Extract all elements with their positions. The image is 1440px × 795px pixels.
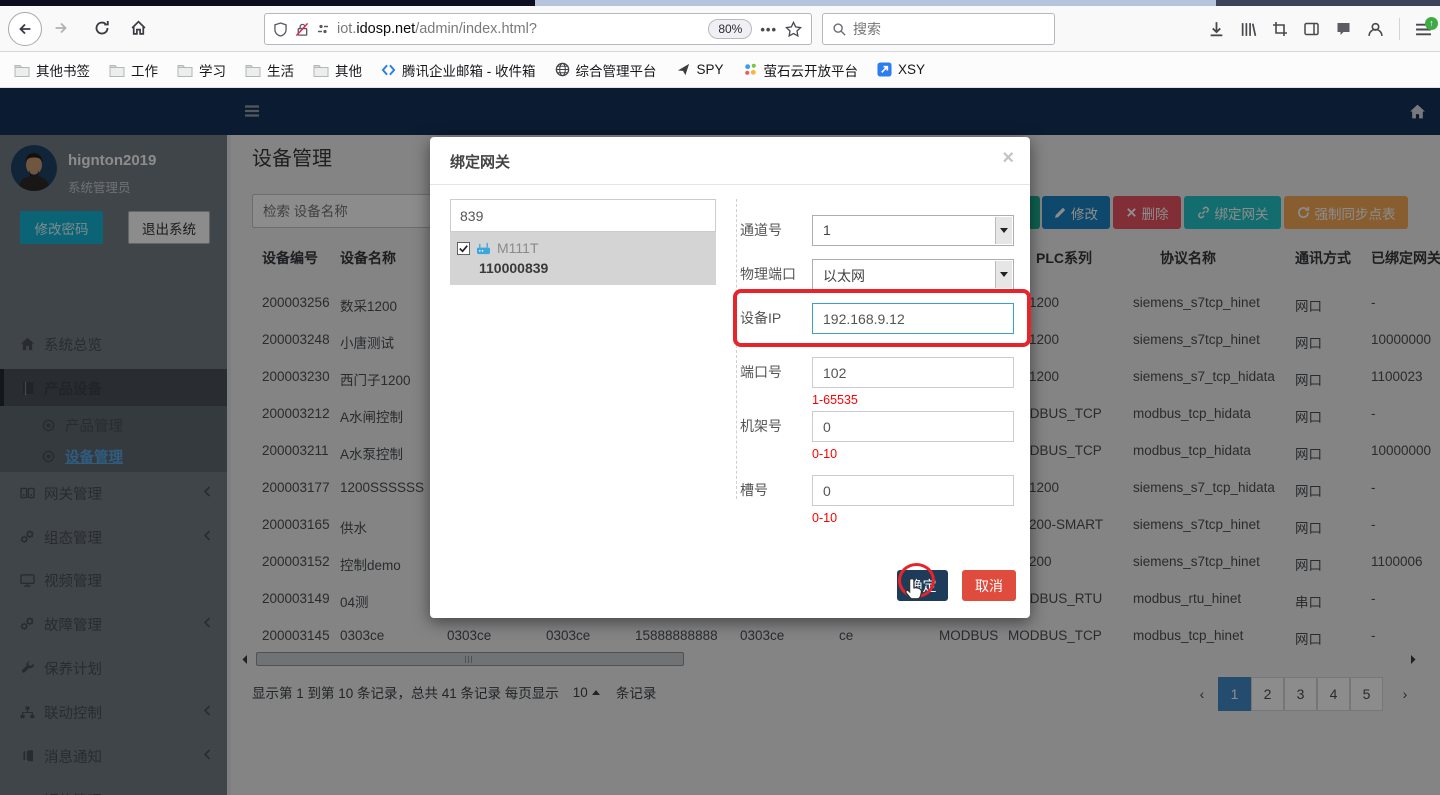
sidebar-toggle-icon[interactable] <box>1303 21 1320 37</box>
select-value: 以太网 <box>823 266 865 286</box>
field-label-channel: 通道号 <box>740 215 810 246</box>
account-icon[interactable] <box>1367 21 1384 38</box>
checkbox-checked-icon[interactable] <box>457 242 470 255</box>
bookmark-item[interactable]: 腾讯企业邮箱 - 收件箱 <box>381 60 536 80</box>
field-port-input[interactable] <box>812 357 1014 388</box>
folder-icon <box>109 63 125 77</box>
bookmark-label: SPY <box>697 62 724 77</box>
bookmark-item[interactable]: 生活 <box>245 60 294 80</box>
ezviz-icon <box>743 62 758 77</box>
screenshot-icon[interactable] <box>1272 21 1288 37</box>
bookmark-label: 其他书签 <box>36 60 90 80</box>
chat-bubble-icon[interactable] <box>1335 21 1352 37</box>
field-hint: 0-10 <box>812 511 837 525</box>
folder-icon <box>177 63 193 77</box>
back-arrow-icon <box>16 20 34 38</box>
bookmark-item[interactable]: XSY <box>877 62 925 77</box>
permissions-icon[interactable] <box>317 22 329 36</box>
field-channel-select[interactable]: 1 <box>812 215 1014 246</box>
bookmark-item[interactable]: 工作 <box>109 60 158 80</box>
folder-icon <box>313 63 329 77</box>
cancel-button[interactable]: 取消 <box>962 570 1016 601</box>
browser-toolbar: iot.idosp.net/admin/index.html? 80% ••• … <box>0 6 1440 52</box>
field-hint: 1-65535 <box>812 393 858 407</box>
bookmark-item[interactable]: 学习 <box>177 60 226 80</box>
bookmark-label: 学习 <box>199 60 226 80</box>
bookmark-star-icon[interactable] <box>785 21 802 38</box>
menu-button[interactable]: ↑ <box>1415 22 1432 37</box>
field-hint: 0-10 <box>812 447 837 461</box>
bookmark-label: 腾讯企业邮箱 - 收件箱 <box>402 60 536 80</box>
browser-home-button[interactable] <box>130 19 147 36</box>
field-label-physical-port: 物理端口 <box>740 259 810 290</box>
bookmark-label: 生活 <box>267 60 294 80</box>
url-bar[interactable]: iot.idosp.net/admin/index.html? 80% ••• <box>264 13 812 45</box>
annotation-highlight-rect <box>733 289 1031 347</box>
bookmark-item[interactable]: 其他 <box>313 60 362 80</box>
modal-title: 绑定网关 <box>450 151 510 172</box>
bookmark-label: 工作 <box>131 60 158 80</box>
modal-divider <box>736 199 737 499</box>
modal-header: 绑定网关 × <box>430 137 1030 185</box>
gateway-id: 110000839 <box>479 260 548 276</box>
forward-button[interactable] <box>52 19 70 37</box>
update-badge: ↑ <box>1425 17 1438 30</box>
close-icon[interactable]: × <box>1002 147 1014 170</box>
xsy-icon <box>877 62 892 77</box>
field-slot-input[interactable] <box>812 475 1014 506</box>
field-label-port: 端口号 <box>740 357 810 388</box>
bookmark-item[interactable]: 萤石云开放平台 <box>743 60 859 80</box>
bookmark-item[interactable]: SPY <box>676 62 724 77</box>
bookmark-label: 综合管理平台 <box>576 60 657 80</box>
browser-search-input[interactable] <box>853 21 1013 37</box>
back-button[interactable] <box>8 12 42 46</box>
bookmark-label: 其他 <box>335 60 362 80</box>
screen: iot.idosp.net/admin/index.html? 80% ••• … <box>0 0 1440 795</box>
spy-icon <box>676 62 691 77</box>
insecure-lock-icon[interactable] <box>295 22 309 37</box>
field-label-slot: 槽号 <box>740 475 810 506</box>
globe-icon <box>555 62 570 77</box>
field-label-rack: 机架号 <box>740 411 810 442</box>
bookmark-item[interactable]: 其他书签 <box>14 60 90 80</box>
search-icon <box>832 22 846 36</box>
shield-icon[interactable] <box>274 22 287 37</box>
page-actions-icon[interactable]: ••• <box>760 22 777 37</box>
folder-icon <box>245 63 261 77</box>
browser-search-box[interactable] <box>822 13 1055 45</box>
library-icon[interactable] <box>1240 21 1257 38</box>
select-arrow-icon[interactable] <box>995 261 1012 288</box>
reload-button[interactable] <box>94 20 110 36</box>
field-rack-input[interactable] <box>812 411 1014 442</box>
bookmark-item[interactable]: 综合管理平台 <box>555 60 657 80</box>
url-text: iot.idosp.net/admin/index.html? <box>337 21 537 37</box>
zoom-indicator[interactable]: 80% <box>708 19 752 39</box>
router-icon <box>476 242 491 255</box>
gateway-filter-input[interactable] <box>450 199 716 232</box>
bookmark-label: 萤石云开放平台 <box>764 60 859 80</box>
page-viewport: hignton2019 系统管理员 修改密码 退出系统 系统总览产品设备产品管理… <box>0 88 1440 795</box>
bind-gateway-modal: 绑定网关 × M111T 110000839 通道号1物理端口以太网设备IP端口… <box>430 137 1030 618</box>
toolbar-separator <box>1399 18 1400 40</box>
hand-cursor-icon <box>902 576 928 609</box>
gateway-list-item[interactable]: M111T 110000839 <box>450 232 716 285</box>
folder-icon <box>14 63 30 77</box>
tencent-mail-icon <box>381 63 396 77</box>
bookmarks-bar: 其他书签 工作 学习 生活 其他 腾讯企业邮箱 - 收件箱 综合管理平台 SPY 萤石云开放平台… <box>0 52 1440 88</box>
download-icon[interactable] <box>1208 21 1225 38</box>
bookmark-label: XSY <box>898 62 925 77</box>
field-physical-port-select[interactable]: 以太网 <box>812 259 1014 290</box>
gateway-name: M111T <box>497 240 539 256</box>
select-arrow-icon[interactable] <box>995 217 1012 244</box>
select-value: 1 <box>823 222 831 238</box>
